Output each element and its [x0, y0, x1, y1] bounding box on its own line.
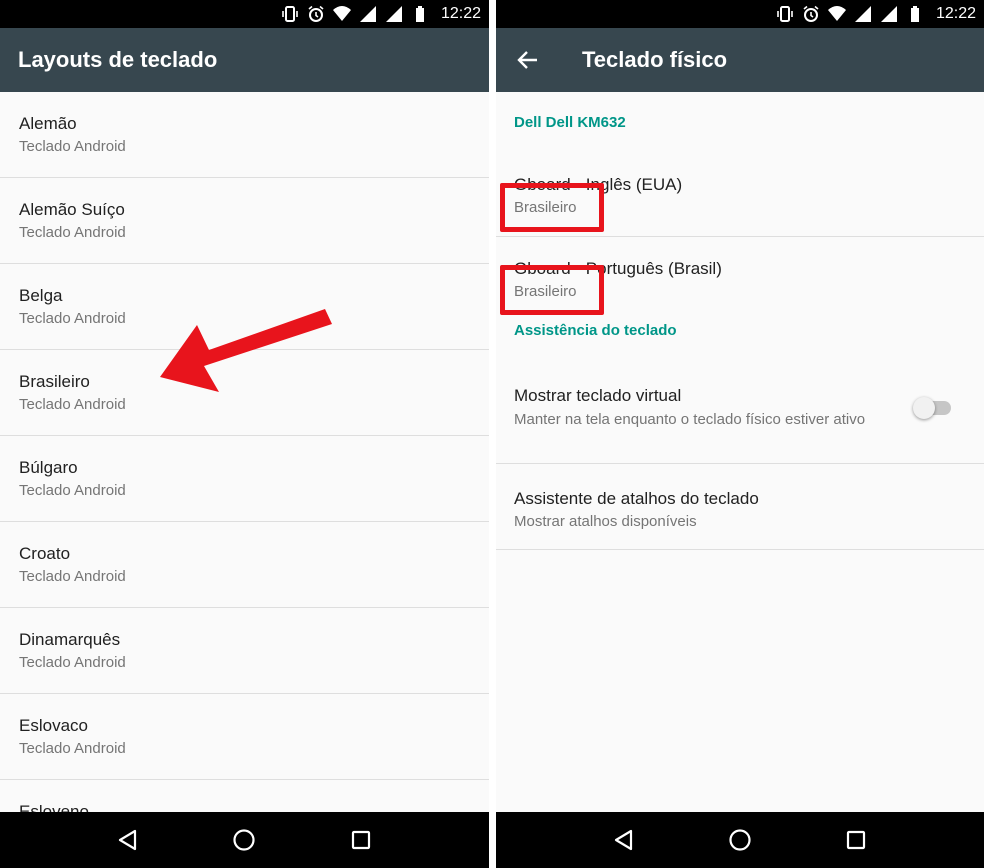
list-item-croato[interactable]: Croato Teclado Android	[0, 522, 489, 608]
list-item-belga[interactable]: Belga Teclado Android	[0, 264, 489, 350]
page-title: Layouts de teclado	[18, 47, 218, 72]
list-item-brasileiro[interactable]: Brasileiro Teclado Android	[0, 350, 489, 436]
app-bar: Layouts de teclado	[0, 28, 489, 92]
list-item-eslovaco[interactable]: Eslovaco Teclado Android	[0, 694, 489, 780]
alarm-icon	[307, 5, 325, 23]
list-item-title: Brasileiro	[19, 372, 90, 391]
list-item-subtitle: Teclado Android	[19, 482, 126, 499]
keyboard-item-gboard-pt[interactable]: Gboard - Português (Brasil) Brasileiro	[496, 237, 984, 320]
assist-header: Assistência do teclado	[514, 322, 677, 339]
status-bar: 12:22	[496, 0, 984, 28]
battery-icon	[411, 5, 429, 23]
navigation-bar	[0, 812, 489, 868]
app-bar: Teclado físico	[496, 28, 984, 92]
list-item-subtitle: Teclado Android	[19, 224, 126, 241]
list-item-title: Búlgaro	[19, 458, 78, 477]
list-item-title: Eslovaco	[19, 716, 88, 735]
device-header: Dell Dell KM632	[514, 114, 626, 131]
list-item-title: Assistente de atalhos do teclado	[514, 489, 759, 508]
list-item-dinamarques[interactable]: Dinamarquês Teclado Android	[0, 608, 489, 694]
status-time: 12:22	[935, 5, 976, 22]
list-item-subtitle: Teclado Android	[19, 396, 126, 413]
show-virtual-keyboard-toggle[interactable]	[913, 396, 953, 419]
keyboard-layout-list[interactable]: Alemão Teclado Android Alemão Suíço Tecl…	[0, 92, 489, 812]
cell-signal-icon	[385, 5, 403, 23]
list-item-subtitle: Teclado Android	[19, 740, 126, 757]
recents-icon[interactable]	[341, 820, 381, 860]
vibrate-icon	[281, 5, 299, 23]
list-item-title: Croato	[19, 544, 71, 563]
assist-header-row: Assistência do teclado	[496, 320, 984, 366]
device-header-row: Dell Dell KM632	[496, 92, 984, 154]
cell-signal-icon	[359, 5, 377, 23]
list-item-subtitle: Teclado Android	[19, 138, 126, 155]
list-item-subtitle: Teclado Android	[19, 568, 126, 585]
wifi-icon	[332, 5, 351, 23]
list-item-title: Alemão Suíço	[19, 200, 125, 219]
toggle-thumb	[913, 397, 935, 419]
show-virtual-keyboard-row[interactable]: Mostrar teclado virtual Manter na tela e…	[496, 366, 984, 464]
status-time: 12:22	[440, 5, 481, 22]
list-item-subtitle: Teclado Android	[19, 310, 126, 327]
battery-icon	[906, 5, 924, 23]
list-item-subtitle: Mostrar atalhos disponíveis	[514, 513, 697, 530]
list-item-alemao-suico[interactable]: Alemão Suíço Teclado Android	[0, 178, 489, 264]
recents-icon[interactable]	[836, 820, 876, 860]
back-icon[interactable]	[604, 820, 644, 860]
keyboard-item-gboard-en[interactable]: Gboard - Inglês (EUA) Brasileiro	[496, 154, 984, 237]
cell-signal-icon	[854, 5, 872, 23]
cell-signal-icon	[880, 5, 898, 23]
list-item-title: Dinamarquês	[19, 630, 121, 649]
list-item-title: Belga	[19, 286, 63, 305]
phone-right-screen: 12:22 Teclado físico Dell Dell KM632 Gbo…	[496, 0, 984, 868]
shortcuts-helper-row[interactable]: Assistente de atalhos do teclado Mostrar…	[496, 464, 984, 550]
back-icon[interactable]	[108, 820, 148, 860]
list-item-subtitle: Manter na tela enquanto o teclado físico…	[514, 411, 866, 428]
list-item-title: Alemão	[19, 114, 77, 133]
vibrate-icon	[776, 5, 794, 23]
list-item-subtitle: Teclado Android	[19, 654, 126, 671]
physical-keyboard-settings: Dell Dell KM632 Gboard - Inglês (EUA) Br…	[496, 92, 984, 812]
highlight-box	[500, 183, 604, 232]
alarm-icon	[802, 5, 820, 23]
list-item-bulgaro[interactable]: Búlgaro Teclado Android	[0, 436, 489, 522]
phone-left-screen: 12:22 Layouts de teclado Alemão Teclado …	[0, 0, 489, 868]
navigation-bar	[496, 812, 984, 868]
back-arrow-icon[interactable]	[500, 28, 556, 92]
list-item-esloveno[interactable]: Esloveno	[0, 780, 489, 812]
page-title: Teclado físico	[582, 47, 728, 72]
status-bar: 12:22	[0, 0, 489, 28]
wifi-icon	[827, 5, 846, 23]
list-item-title: Esloveno	[19, 802, 89, 812]
home-icon[interactable]	[224, 820, 264, 860]
highlight-box	[500, 265, 604, 315]
list-item-alemao[interactable]: Alemão Teclado Android	[0, 92, 489, 178]
home-icon[interactable]	[720, 820, 760, 860]
